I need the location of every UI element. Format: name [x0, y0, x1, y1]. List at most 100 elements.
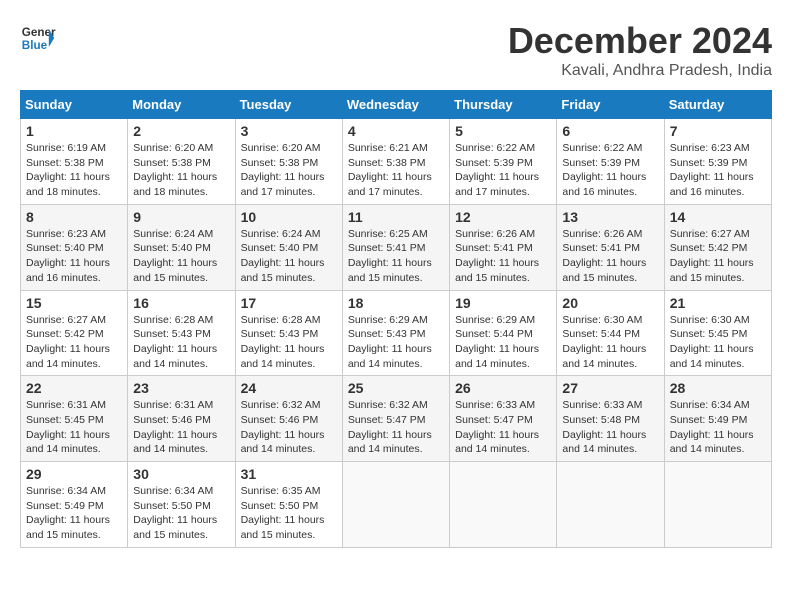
month-title: December 2024	[508, 20, 772, 62]
day-info: Sunrise: 6:23 AMSunset: 5:40 PMDaylight:…	[26, 227, 122, 286]
day-info: Sunrise: 6:20 AMSunset: 5:38 PMDaylight:…	[133, 141, 229, 200]
table-row: 31 Sunrise: 6:35 AMSunset: 5:50 PMDayligh…	[235, 462, 342, 548]
table-row: 9 Sunrise: 6:24 AMSunset: 5:40 PMDaylight…	[128, 204, 235, 290]
day-info: Sunrise: 6:24 AMSunset: 5:40 PMDaylight:…	[241, 227, 337, 286]
day-number: 16	[133, 295, 229, 311]
table-row: 5 Sunrise: 6:22 AMSunset: 5:39 PMDaylight…	[450, 119, 557, 205]
logo: General Blue	[20, 20, 56, 56]
table-row: 14Sunrise: 6:27 AMSunset: 5:42 PMDayligh…	[664, 204, 771, 290]
day-number: 18	[348, 295, 444, 311]
day-info: Sunrise: 6:32 AMSunset: 5:46 PMDaylight:…	[241, 398, 337, 457]
table-row	[557, 462, 664, 548]
day-info: Sunrise: 6:22 AMSunset: 5:39 PMDaylight:…	[562, 141, 658, 200]
table-row: 29Sunrise: 6:34 AMSunset: 5:49 PMDayligh…	[21, 462, 128, 548]
table-row: 11Sunrise: 6:25 AMSunset: 5:41 PMDayligh…	[342, 204, 449, 290]
day-number: 26	[455, 380, 551, 396]
day-info: Sunrise: 6:28 AMSunset: 5:43 PMDaylight:…	[241, 313, 337, 372]
day-number: 8	[26, 209, 122, 225]
day-number: 24	[241, 380, 337, 396]
calendar-week-4: 22 Sunrise: 6:31 AMSunset: 5:45 PMDayligh…	[21, 376, 772, 462]
day-info: Sunrise: 6:28 AMSunset: 5:43 PMDaylight:…	[133, 313, 229, 372]
day-info: Sunrise: 6:33 AMSunset: 5:48 PMDaylight:…	[562, 398, 658, 457]
day-number: 28	[670, 380, 766, 396]
day-info: Sunrise: 6:22 AMSunset: 5:39 PMDaylight:…	[455, 141, 551, 200]
day-number: 25	[348, 380, 444, 396]
table-row: 8 Sunrise: 6:23 AMSunset: 5:40 PMDaylight…	[21, 204, 128, 290]
day-info: Sunrise: 6:31 AMSunset: 5:46 PMDaylight:…	[133, 398, 229, 457]
table-row: 19 Sunrise: 6:29 AMSunset: 5:44 PMDayligh…	[450, 290, 557, 376]
table-row: 12 Sunrise: 6:26 AMSunset: 5:41 PMDayligh…	[450, 204, 557, 290]
table-row: 18 Sunrise: 6:29 AMSunset: 5:43 PMDayligh…	[342, 290, 449, 376]
table-row: 28 Sunrise: 6:34 AMSunset: 5:49 PMDayligh…	[664, 376, 771, 462]
day-number: 1	[26, 123, 122, 139]
day-number: 4	[348, 123, 444, 139]
day-number: 6	[562, 123, 658, 139]
table-row	[664, 462, 771, 548]
day-number: 15	[26, 295, 122, 311]
day-number: 12	[455, 209, 551, 225]
day-info: Sunrise: 6:27 AMSunset: 5:42 PMDaylight:…	[670, 227, 766, 286]
location: Kavali, Andhra Pradesh, India	[508, 62, 772, 80]
header-saturday: Saturday	[664, 91, 771, 119]
day-number: 11	[348, 209, 444, 225]
day-number: 31	[241, 466, 337, 482]
day-info: Sunrise: 6:27 AMSunset: 5:42 PMDaylight:…	[26, 313, 122, 372]
header-thursday: Thursday	[450, 91, 557, 119]
day-number: 21	[670, 295, 766, 311]
day-info: Sunrise: 6:34 AMSunset: 5:49 PMDaylight:…	[670, 398, 766, 457]
calendar-table: Sunday Monday Tuesday Wednesday Thursday…	[20, 90, 772, 548]
table-row: 13 Sunrise: 6:26 AMSunset: 5:41 PMDayligh…	[557, 204, 664, 290]
day-number: 19	[455, 295, 551, 311]
day-info: Sunrise: 6:30 AMSunset: 5:45 PMDaylight:…	[670, 313, 766, 372]
day-info: Sunrise: 6:35 AMSunset: 5:50 PMDaylight:…	[241, 484, 337, 543]
page-header: General Blue December 2024 Kavali, Andhr…	[20, 20, 772, 80]
day-info: Sunrise: 6:29 AMSunset: 5:44 PMDaylight:…	[455, 313, 551, 372]
day-number: 13	[562, 209, 658, 225]
table-row: 21 Sunrise: 6:30 AMSunset: 5:45 PMDayligh…	[664, 290, 771, 376]
table-row: 24 Sunrise: 6:32 AMSunset: 5:46 PMDayligh…	[235, 376, 342, 462]
day-info: Sunrise: 6:29 AMSunset: 5:43 PMDaylight:…	[348, 313, 444, 372]
header-friday: Friday	[557, 91, 664, 119]
day-info: Sunrise: 6:33 AMSunset: 5:47 PMDaylight:…	[455, 398, 551, 457]
day-info: Sunrise: 6:30 AMSunset: 5:44 PMDaylight:…	[562, 313, 658, 372]
table-row: 30Sunrise: 6:34 AMSunset: 5:50 PMDayligh…	[128, 462, 235, 548]
header-sunday: Sunday	[21, 91, 128, 119]
day-info: Sunrise: 6:21 AMSunset: 5:38 PMDaylight:…	[348, 141, 444, 200]
day-info: Sunrise: 6:26 AMSunset: 5:41 PMDaylight:…	[562, 227, 658, 286]
day-number: 3	[241, 123, 337, 139]
day-info: Sunrise: 6:26 AMSunset: 5:41 PMDaylight:…	[455, 227, 551, 286]
day-number: 22	[26, 380, 122, 396]
table-row: 15 Sunrise: 6:27 AMSunset: 5:42 PMDayligh…	[21, 290, 128, 376]
day-number: 9	[133, 209, 229, 225]
day-info: Sunrise: 6:32 AMSunset: 5:47 PMDaylight:…	[348, 398, 444, 457]
table-row: 3 Sunrise: 6:20 AMSunset: 5:38 PMDaylight…	[235, 119, 342, 205]
day-number: 5	[455, 123, 551, 139]
day-info: Sunrise: 6:23 AMSunset: 5:39 PMDaylight:…	[670, 141, 766, 200]
day-info: Sunrise: 6:20 AMSunset: 5:38 PMDaylight:…	[241, 141, 337, 200]
calendar-week-5: 29Sunrise: 6:34 AMSunset: 5:49 PMDayligh…	[21, 462, 772, 548]
day-number: 23	[133, 380, 229, 396]
table-row: 7Sunrise: 6:23 AMSunset: 5:39 PMDaylight…	[664, 119, 771, 205]
table-row: 4 Sunrise: 6:21 AMSunset: 5:38 PMDaylight…	[342, 119, 449, 205]
title-block: December 2024 Kavali, Andhra Pradesh, In…	[508, 20, 772, 80]
day-number: 10	[241, 209, 337, 225]
day-info: Sunrise: 6:24 AMSunset: 5:40 PMDaylight:…	[133, 227, 229, 286]
table-row: 10 Sunrise: 6:24 AMSunset: 5:40 PMDayligh…	[235, 204, 342, 290]
day-info: Sunrise: 6:34 AMSunset: 5:50 PMDaylight:…	[133, 484, 229, 543]
calendar-week-1: 1Sunrise: 6:19 AMSunset: 5:38 PMDaylight…	[21, 119, 772, 205]
calendar-week-3: 15 Sunrise: 6:27 AMSunset: 5:42 PMDayligh…	[21, 290, 772, 376]
day-number: 2	[133, 123, 229, 139]
day-number: 17	[241, 295, 337, 311]
table-row: 26 Sunrise: 6:33 AMSunset: 5:47 PMDayligh…	[450, 376, 557, 462]
table-row: 23 Sunrise: 6:31 AMSunset: 5:46 PMDayligh…	[128, 376, 235, 462]
table-row: 25 Sunrise: 6:32 AMSunset: 5:47 PMDayligh…	[342, 376, 449, 462]
table-row: 1Sunrise: 6:19 AMSunset: 5:38 PMDaylight…	[21, 119, 128, 205]
header-monday: Monday	[128, 91, 235, 119]
day-info: Sunrise: 6:31 AMSunset: 5:45 PMDaylight:…	[26, 398, 122, 457]
table-row: 27Sunrise: 6:33 AMSunset: 5:48 PMDayligh…	[557, 376, 664, 462]
table-row: 20Sunrise: 6:30 AMSunset: 5:44 PMDayligh…	[557, 290, 664, 376]
table-row: 16 Sunrise: 6:28 AMSunset: 5:43 PMDayligh…	[128, 290, 235, 376]
header-wednesday: Wednesday	[342, 91, 449, 119]
table-row	[342, 462, 449, 548]
calendar-week-2: 8 Sunrise: 6:23 AMSunset: 5:40 PMDaylight…	[21, 204, 772, 290]
